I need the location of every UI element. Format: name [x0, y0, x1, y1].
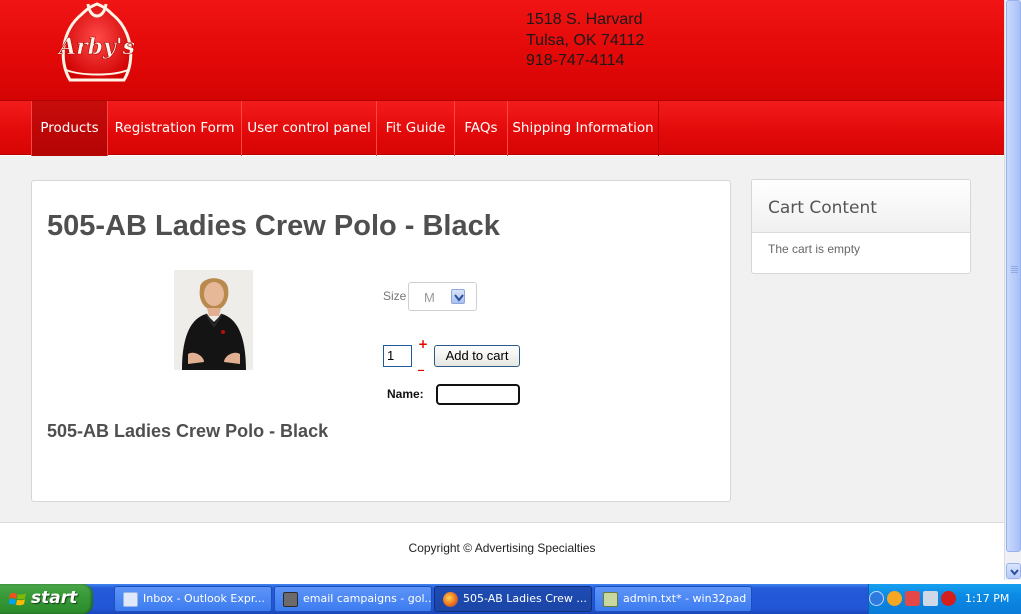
add-to-cart-button[interactable]: Add to cart: [434, 345, 520, 367]
task-email-campaigns[interactable]: email campaigns - gol...: [274, 586, 432, 612]
footer-divider: [0, 522, 1004, 523]
tray-app-icon[interactable]: [887, 591, 902, 606]
task-label: Inbox - Outlook Expr...: [143, 592, 265, 605]
task-product-page[interactable]: 505-AB Ladies Crew ...: [434, 586, 592, 612]
quantity-increase-icon[interactable]: +: [418, 338, 428, 350]
copyright-text: Copyright © Advertising Specialties: [408, 541, 596, 555]
grip-icon: [1011, 266, 1018, 274]
system-tray: 1:17 PM: [868, 584, 1021, 614]
product-photo-graphic: [174, 270, 253, 370]
size-label: Size: [383, 289, 407, 303]
product-subtitle: 505-AB Ladies Crew Polo - Black: [47, 421, 329, 441]
start-label: start: [31, 588, 78, 608]
mail-icon[interactable]: [905, 591, 920, 606]
task-outlook-express[interactable]: Inbox - Outlook Expr...: [114, 586, 272, 612]
nav-item-registration-form[interactable]: Registration Form: [107, 101, 242, 156]
windows-taskbar: start Inbox - Outlook Expr... email camp…: [0, 584, 1021, 614]
cart-title: Cart Content: [768, 198, 877, 218]
nav-item-fit-guide[interactable]: Fit Guide: [376, 101, 455, 156]
scrollbar-thumb[interactable]: [1006, 0, 1021, 552]
nav-item-products[interactable]: Products: [31, 101, 108, 156]
site-header: Arby's 1518 S. Harvard Tulsa, OK 74112 9…: [0, 0, 1004, 100]
task-label: 505-AB Ladies Crew ...: [463, 592, 587, 605]
windows-logo-icon: [9, 592, 26, 606]
address-city: Tulsa, OK 74112: [526, 31, 645, 49]
nav-item-shipping-information[interactable]: Shipping Information: [507, 101, 659, 156]
size-selected-value: M: [424, 290, 435, 305]
product-image[interactable]: [174, 270, 253, 370]
size-select[interactable]: M: [408, 282, 477, 311]
network-icon[interactable]: [923, 591, 938, 606]
firefox-icon: [443, 592, 458, 607]
chevron-down-icon[interactable]: [451, 289, 465, 304]
nav-item-faqs[interactable]: FAQs: [454, 101, 508, 156]
logo-wordmark: Arby's: [57, 34, 135, 60]
nav-item-user-control-panel[interactable]: User control panel: [241, 101, 377, 156]
name-label: Name:: [387, 387, 424, 401]
chevron-down-icon: [1010, 569, 1019, 576]
tray-expand-icon[interactable]: [869, 591, 884, 606]
main-nav: Products Registration Form User control …: [0, 100, 1004, 156]
name-input[interactable]: [436, 384, 520, 405]
task-win32pad[interactable]: admin.txt* - win32pad: [594, 586, 752, 612]
start-button[interactable]: start: [0, 584, 93, 614]
cart-status: The cart is empty: [768, 242, 861, 256]
task-label: email campaigns - gol...: [303, 592, 432, 605]
browser-window-icon: [283, 592, 298, 607]
security-shield-icon[interactable]: [941, 591, 956, 606]
outlook-express-icon: [123, 592, 138, 607]
arbys-logo[interactable]: Arby's: [52, 0, 142, 86]
product-title: 505-AB Ladies Crew Polo - Black: [47, 210, 500, 242]
task-label: admin.txt* - win32pad: [623, 592, 747, 605]
notepad-icon: [603, 592, 618, 607]
address-phone: 918-747-4114: [526, 52, 625, 69]
store-address: 1518 S. Harvard Tulsa, OK 74112 918-747-…: [526, 5, 644, 72]
quantity-input[interactable]: 1: [383, 345, 412, 367]
cart-panel: Cart Content The cart is empty: [751, 179, 971, 274]
clock[interactable]: 1:17 PM: [965, 584, 1009, 614]
scroll-down-button[interactable]: [1006, 563, 1021, 579]
quantity-decrease-icon[interactable]: _: [418, 358, 424, 370]
vertical-scrollbar[interactable]: [1004, 0, 1021, 580]
address-street: 1518 S. Harvard: [526, 11, 643, 28]
